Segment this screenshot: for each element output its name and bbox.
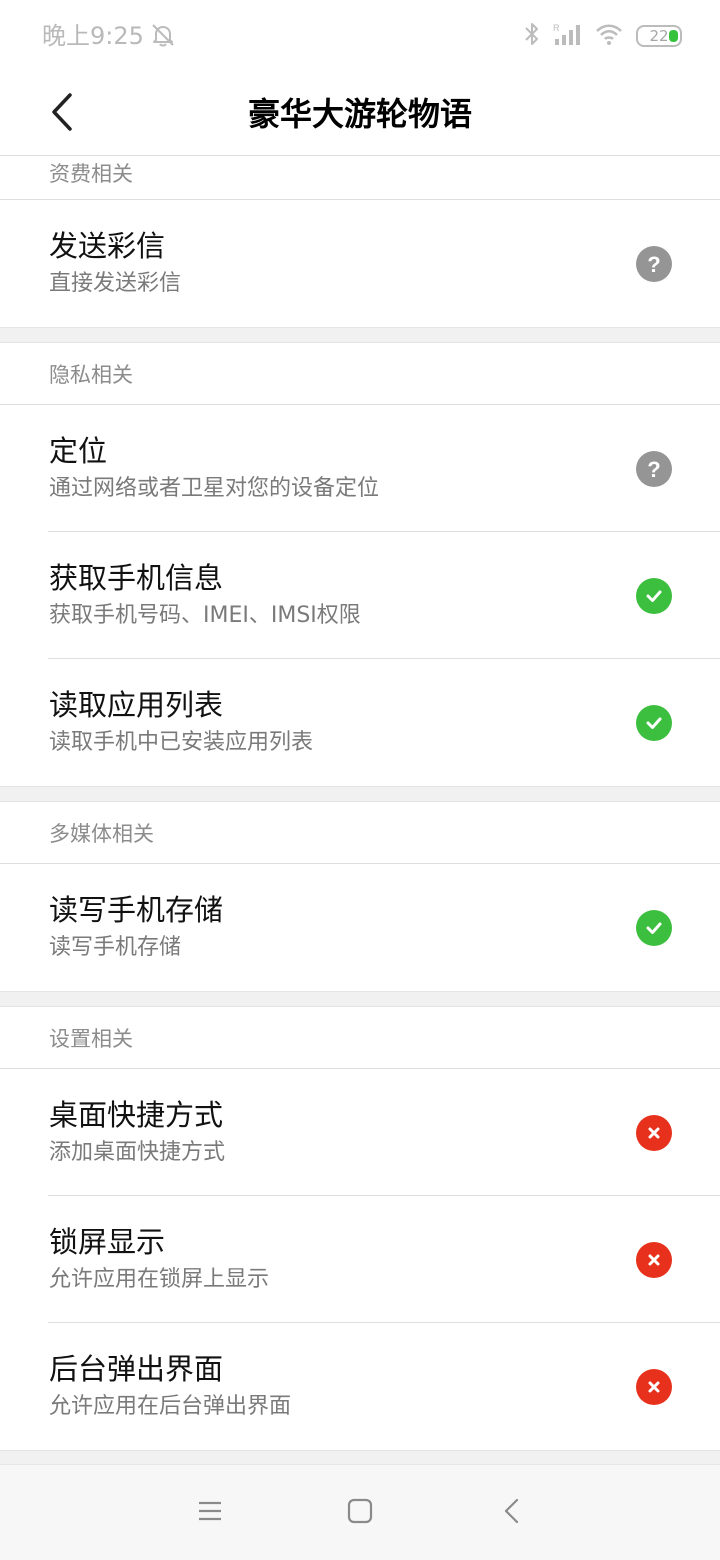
section-divider: [0, 786, 720, 802]
section-fees: 资费相关 发送彩信 直接发送彩信 ?: [0, 156, 720, 327]
bell-off-icon: [150, 22, 176, 48]
permission-title: 桌面快捷方式: [49, 1098, 224, 1132]
permission-desc: 读取手机中已安装应用列表: [49, 730, 314, 755]
cross-icon[interactable]: [636, 1242, 672, 1278]
question-icon[interactable]: ?: [636, 451, 672, 487]
permissions-list[interactable]: 资费相关 发送彩信 直接发送彩信 ? 隐私相关 定位 通过网络或者卫星对您的设备…: [0, 156, 720, 1464]
permission-item-send-mms[interactable]: 发送彩信 直接发送彩信 ?: [48, 200, 720, 327]
back-icon: [502, 1497, 522, 1529]
cross-icon[interactable]: [636, 1115, 672, 1151]
section-header: 多媒体相关: [0, 802, 720, 864]
permission-item-phone-info[interactable]: 获取手机信息 获取手机号码、IMEI、IMSI权限: [48, 532, 720, 659]
permission-item-storage[interactable]: 读写手机存储 读写手机存储: [48, 864, 720, 991]
question-icon[interactable]: ?: [636, 246, 672, 282]
section-multimedia: 多媒体相关 读写手机存储 读写手机存储: [0, 802, 720, 991]
permission-title: 读取应用列表: [49, 688, 224, 722]
permission-title: 锁屏显示: [49, 1225, 166, 1259]
app-header: 豪华大游轮物语: [0, 72, 720, 156]
svg-text:?: ?: [647, 252, 660, 276]
nav-back-button[interactable]: [488, 1489, 536, 1537]
menu-icon: [197, 1499, 223, 1527]
permission-item-lockscreen[interactable]: 锁屏显示 允许应用在锁屏上显示: [48, 1196, 720, 1323]
system-nav-bar: [0, 1464, 720, 1560]
check-icon[interactable]: [636, 578, 672, 614]
home-button[interactable]: [336, 1489, 384, 1537]
permission-title: 发送彩信: [49, 229, 166, 263]
permission-item-background-popup[interactable]: 后台弹出界面 允许应用在后台弹出界面: [48, 1323, 720, 1450]
check-icon[interactable]: [636, 910, 672, 946]
permission-item-shortcut[interactable]: 桌面快捷方式 添加桌面快捷方式: [48, 1069, 720, 1196]
section-settings: 设置相关 桌面快捷方式 添加桌面快捷方式 锁屏显示 允许应用在锁屏上显示 后台弹…: [0, 1007, 720, 1450]
section-header: 设置相关: [0, 1007, 720, 1069]
status-icons: R 22: [524, 20, 682, 52]
permission-desc: 允许应用在锁屏上显示: [49, 1267, 270, 1292]
page-title: 豪华大游轮物语: [247, 95, 472, 133]
permission-item-app-list[interactable]: 读取应用列表 读取手机中已安装应用列表: [48, 659, 720, 786]
permission-item-location[interactable]: 定位 通过网络或者卫星对您的设备定位 ?: [48, 405, 720, 532]
permission-desc: 直接发送彩信: [49, 271, 182, 296]
section-divider: [0, 327, 720, 343]
permission-title: 获取手机信息: [49, 561, 224, 595]
section-header: 资费相关: [0, 156, 720, 200]
cross-icon[interactable]: [636, 1369, 672, 1405]
check-icon[interactable]: [636, 705, 672, 741]
permission-title: 读写手机存储: [49, 893, 224, 927]
permission-desc: 获取手机号码、IMEI、IMSI权限: [49, 603, 361, 628]
svg-text:R: R: [553, 23, 560, 33]
status-bar: 晚上9:25 R 22: [0, 0, 720, 72]
signal-icon: R: [552, 21, 582, 51]
bluetooth-icon: [524, 21, 540, 51]
battery-icon: 22: [636, 25, 682, 47]
permission-title: 定位: [49, 434, 108, 468]
permission-title: 后台弹出界面: [49, 1352, 224, 1386]
permission-desc: 读写手机存储: [49, 935, 182, 960]
wifi-icon: [594, 21, 624, 51]
permission-desc: 添加桌面快捷方式: [49, 1140, 226, 1165]
status-time: 晚上9:25: [42, 22, 144, 50]
menu-button[interactable]: [186, 1489, 234, 1537]
svg-text:?: ?: [647, 457, 660, 481]
section-divider: [0, 1450, 720, 1464]
permission-desc: 允许应用在后台弹出界面: [49, 1394, 292, 1419]
home-icon: [346, 1497, 374, 1529]
permission-desc: 通过网络或者卫星对您的设备定位: [49, 476, 380, 501]
section-privacy: 隐私相关 定位 通过网络或者卫星对您的设备定位 ? 获取手机信息 获取手机号码、…: [0, 343, 720, 786]
section-divider: [0, 991, 720, 1007]
section-header: 隐私相关: [0, 343, 720, 405]
